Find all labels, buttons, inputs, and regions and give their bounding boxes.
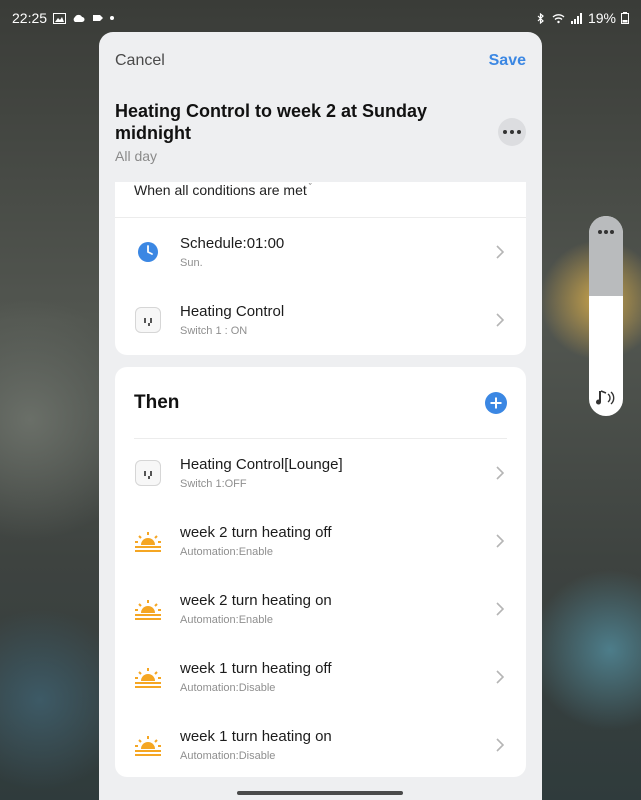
cancel-button[interactable]: Cancel [115,52,165,70]
chevron-right-icon [496,466,504,480]
more-icon-dot [517,130,521,134]
socket-icon [134,306,162,334]
title-section: Heating Control to week 2 at Sunday midn… [99,90,542,182]
action-row[interactable]: week 1 turn heating off Automation:Disab… [115,643,526,711]
volume-panel-header [589,216,623,296]
condition-row[interactable]: Heating Control Switch 1 : ON [115,286,526,354]
actions-title: Then [134,391,180,413]
wifi-icon [552,13,565,23]
actions-card: Then Heating Control[Lounge] Switch 1:OF… [115,367,526,777]
volume-more-icon[interactable] [598,230,614,234]
action-row[interactable]: week 2 turn heating on Automation:Enable [115,575,526,643]
bluetooth-icon [537,12,544,24]
more-notifications-dot [110,16,115,20]
gallery-icon [53,12,67,24]
chevron-down-icon: ˇ [308,182,312,192]
cloud-icon [73,14,85,22]
action-title: Heating Control[Lounge] [180,456,343,473]
signal-icon [570,12,582,24]
battery-percent: 19% [587,10,616,26]
action-title: week 2 turn heating on [180,592,332,609]
page-title: Heating Control to week 2 at Sunday midn… [115,101,428,143]
sunrise-icon [134,663,162,691]
action-row[interactable]: week 1 turn heating on Automation:Disabl… [115,711,526,779]
more-icon-dot [510,130,514,134]
condition-title: Schedule:01:00 [180,235,285,252]
condition-title: Heating Control [180,303,285,320]
action-row[interactable]: week 2 turn heating off Automation:Enabl… [115,507,526,575]
action-subtitle: Automation:Enable [180,614,273,626]
condition-mode-label: When all conditions are met [134,182,307,198]
add-action-button[interactable] [485,391,507,414]
action-title: week 1 turn heating on [180,728,332,745]
conditions-card: When all conditions are met ˇ Schedule:0… [115,182,526,355]
sunrise-icon [134,731,162,759]
top-bar: Cancel Save [99,32,542,90]
socket-icon [134,459,162,487]
condition-subtitle: Switch 1 : ON [180,325,248,337]
chevron-right-icon [496,738,504,752]
action-subtitle: Automation:Disable [180,750,276,762]
condition-row[interactable]: Schedule:01:00 Sun. [115,218,526,286]
chevron-right-icon [496,245,504,259]
action-title: week 2 turn heating off [180,524,332,541]
chevron-right-icon [496,534,504,548]
save-button[interactable]: Save [489,52,526,70]
action-subtitle: Automation:Enable [180,546,273,558]
chevron-right-icon [496,313,504,327]
volume-panel[interactable] [589,216,623,416]
status-bar: 22:25 19% [0,0,641,36]
actions-header: Then [115,367,526,438]
page-subtitle: All day [115,148,158,164]
notification-icon [93,14,104,21]
action-subtitle: Automation:Disable [180,682,276,694]
action-title: week 1 turn heating off [180,660,332,677]
condition-mode-selector[interactable]: When all conditions are met ˇ [115,182,526,218]
more-icon [503,130,507,134]
home-indicator[interactable] [237,791,403,795]
sunrise-icon [134,527,162,555]
sunrise-icon [134,595,162,623]
status-time: 22:25 [12,10,48,26]
more-options-button[interactable] [498,118,526,146]
battery-icon [621,12,629,24]
chevron-right-icon [496,670,504,684]
clock-icon [134,238,162,266]
media-volume-icon [596,390,615,405]
action-row[interactable]: Heating Control[Lounge] Switch 1:OFF [115,439,526,507]
automation-editor-sheet: Cancel Save Heating Control to week 2 at… [99,32,542,800]
chevron-right-icon [496,602,504,616]
condition-subtitle: Sun. [180,257,203,269]
action-subtitle: Switch 1:OFF [180,478,247,490]
